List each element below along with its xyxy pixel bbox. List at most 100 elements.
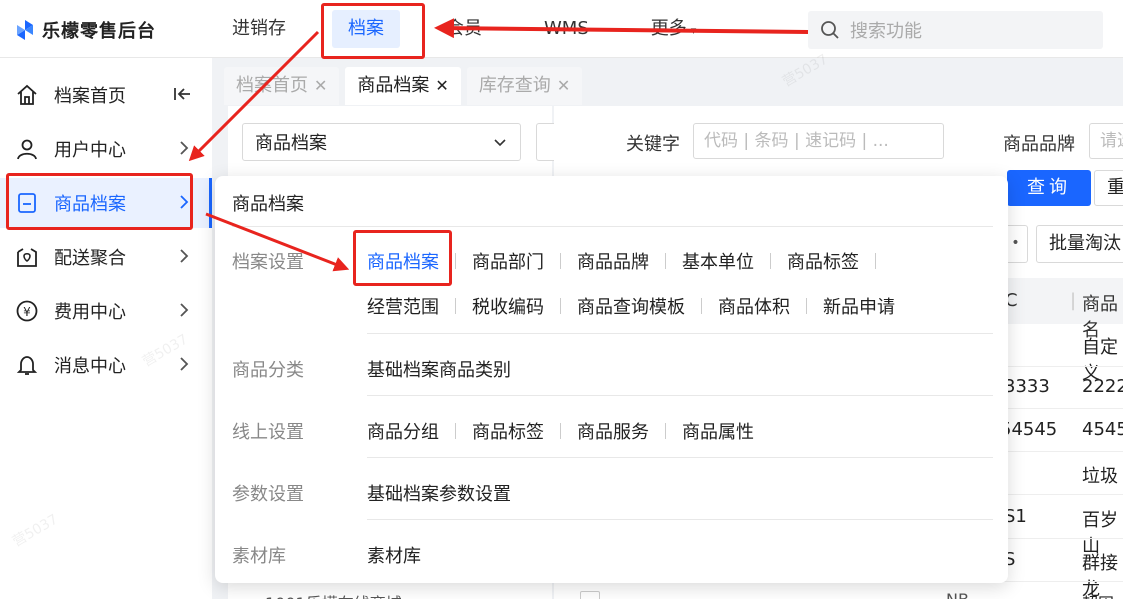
menu-link-basic-unit[interactable]: 基本单位 <box>682 248 754 274</box>
row-divider <box>1000 581 1123 582</box>
user-icon <box>14 136 40 162</box>
menu-link-goods-tag[interactable]: 商品标签 <box>787 248 859 274</box>
menu-link-goods-category[interactable]: 基础档案商品类别 <box>367 356 511 382</box>
row-divider <box>1000 408 1123 409</box>
sidebar-item-label: 消息中心 <box>54 356 126 377</box>
bell-icon <box>14 352 40 378</box>
keyword-label: 关键字 <box>626 134 680 155</box>
menu-link-param-settings[interactable]: 基础档案参数设置 <box>367 480 511 506</box>
search-placeholder: 搜索功能 <box>850 21 922 42</box>
close-icon[interactable]: ✕ <box>557 67 570 105</box>
logo-icon <box>17 20 33 40</box>
row-checkbox[interactable] <box>580 591 600 599</box>
menu-link-goods-attribute[interactable]: 商品属性 <box>682 418 754 444</box>
collapse-panel-button[interactable] <box>536 123 554 161</box>
home-icon <box>14 82 40 108</box>
table-cell-code: 54545 <box>1000 419 1058 440</box>
close-icon[interactable]: ✕ <box>435 67 448 105</box>
search-box[interactable]: 搜索功能 <box>808 11 1103 49</box>
menu-divider <box>367 519 993 520</box>
table-cell-name: 超固 <box>1082 590 1114 599</box>
menu-link-online-goods-tag[interactable]: 商品标签 <box>472 418 544 444</box>
app-logo[interactable]: 乐檬零售后台 <box>14 17 156 43</box>
row-divider <box>1000 538 1123 539</box>
menu-link-business-scope[interactable]: 经营范围 <box>367 293 439 319</box>
row-divider <box>1000 494 1123 495</box>
reset-button[interactable]: 重 <box>1094 170 1123 206</box>
batch-eliminate-button[interactable]: 批量淘汰 <box>1036 225 1123 263</box>
menu-group-label: 参数设置 <box>232 484 304 505</box>
archive-type-select[interactable]: 商品档案 <box>242 123 521 161</box>
sidebar-item-archive-home[interactable]: 档案首页 <box>0 70 212 120</box>
menu-link-goods-brand[interactable]: 商品品牌 <box>577 248 649 274</box>
menu-link-goods-service[interactable]: 商品服务 <box>577 418 649 444</box>
annotation-box-goods-archive-link <box>353 230 452 286</box>
table-cell-name: 垃圾 <box>1082 466 1118 487</box>
collapse-sidebar-icon[interactable] <box>172 84 192 104</box>
tab-goods-archive[interactable]: 商品档案 ✕ <box>345 67 461 105</box>
sidebar-item-user-center[interactable]: 用户中心 <box>0 124 212 174</box>
chevron-down-icon <box>494 139 506 147</box>
menu-link-row: 素材库 <box>367 542 421 568</box>
top-bar: 乐檬零售后台 进销存 档案 会员 WMS 更多 ▾ 搜索功能 <box>0 0 1123 58</box>
tab-label: 商品档案 <box>357 75 430 96</box>
caret-down-icon: ▾ <box>690 24 697 37</box>
menu-link-goods-dept[interactable]: 商品部门 <box>472 248 544 274</box>
chevron-right-icon <box>174 300 194 320</box>
chevron-right-icon <box>174 246 194 266</box>
sidebar-item-label: 档案首页 <box>54 86 126 107</box>
top-nav: 进销存 档案 会员 WMS 更多 ▾ <box>216 10 742 48</box>
menu-link-goods-group[interactable]: 商品分组 <box>367 418 439 444</box>
menu-link-query-template[interactable]: 商品查询模板 <box>577 293 685 319</box>
table-cell-name: 2222 <box>1082 376 1123 397</box>
menu-group-label: 线上设置 <box>232 422 304 443</box>
menu-link-new-goods-request[interactable]: 新品申请 <box>823 293 895 319</box>
topnav-more-label: 更多 <box>650 18 687 39</box>
topnav-more[interactable]: 更多 ▾ <box>635 10 713 48</box>
sidebar-item-label: 用户中心 <box>54 140 126 161</box>
annotation-box-archive-nav <box>321 3 425 59</box>
delivery-icon <box>14 244 40 270</box>
menu-group-label: 素材库 <box>232 546 286 567</box>
brand-label: 商品品牌 <box>1003 134 1075 155</box>
menu-divider <box>232 226 993 227</box>
chevron-right-icon <box>174 138 194 158</box>
yen-icon: ¥ <box>14 298 40 324</box>
sidebar-item-label: 配送聚合 <box>54 248 126 269</box>
menu-divider <box>367 333 993 334</box>
topnav-member[interactable]: 会员 <box>430 10 498 48</box>
menu-divider <box>367 395 993 396</box>
select-value: 商品档案 <box>255 133 327 154</box>
menu-link-row: 经营范围 税收编码 商品查询模板 商品体积 新品申请 <box>367 293 895 319</box>
tab-label: 库存查询 <box>478 75 551 96</box>
tab-inventory-query[interactable]: 库存查询 ✕ <box>466 67 583 105</box>
column-divider: | <box>1070 290 1077 311</box>
query-button[interactable]: 查询 <box>1007 170 1091 206</box>
menu-title: 商品档案 <box>232 194 304 215</box>
keyword-input[interactable]: 代码 | 条码 | 速记码 | ... <box>693 123 944 159</box>
menu-link-material-library[interactable]: 素材库 <box>367 542 421 568</box>
goods-archive-flyout-menu: 商品档案 档案设置 商品档案 商品部门 商品品牌 基本单位 商品标签 经营范围 … <box>215 176 1008 583</box>
annotation-box-sidebar-goods <box>6 173 193 230</box>
tree-node-bottom[interactable]: 1001乐檬在线商城 <box>265 590 402 599</box>
page-tabs: 档案首页 ✕ 商品档案 ✕ 库存查询 ✕ <box>224 67 583 105</box>
close-icon[interactable]: ✕ <box>314 67 327 105</box>
row-divider <box>1000 451 1123 452</box>
search-icon <box>821 21 839 39</box>
row-divider <box>1000 366 1123 367</box>
sidebar-item-delivery[interactable]: 配送聚合 <box>0 232 212 282</box>
menu-link-row: 基础档案参数设置 <box>367 480 511 506</box>
brand-select[interactable]: 请选 <box>1089 123 1123 159</box>
app-title: 乐檬零售后台 <box>42 21 156 42</box>
topnav-wms[interactable]: WMS <box>528 10 605 48</box>
menu-link-tax-code[interactable]: 税收编码 <box>472 293 544 319</box>
tab-archive-home[interactable]: 档案首页 ✕ <box>224 67 340 105</box>
menu-group-label: 档案设置 <box>232 252 304 273</box>
table-cell-name: 4545 <box>1082 419 1123 440</box>
sidebar-item-label: 费用中心 <box>54 302 126 323</box>
svg-text:¥: ¥ <box>23 305 31 319</box>
menu-divider <box>367 457 993 458</box>
topnav-inventory[interactable]: 进销存 <box>216 10 302 48</box>
menu-link-row: 基础档案商品类别 <box>367 356 511 382</box>
menu-link-goods-volume[interactable]: 商品体积 <box>718 293 790 319</box>
